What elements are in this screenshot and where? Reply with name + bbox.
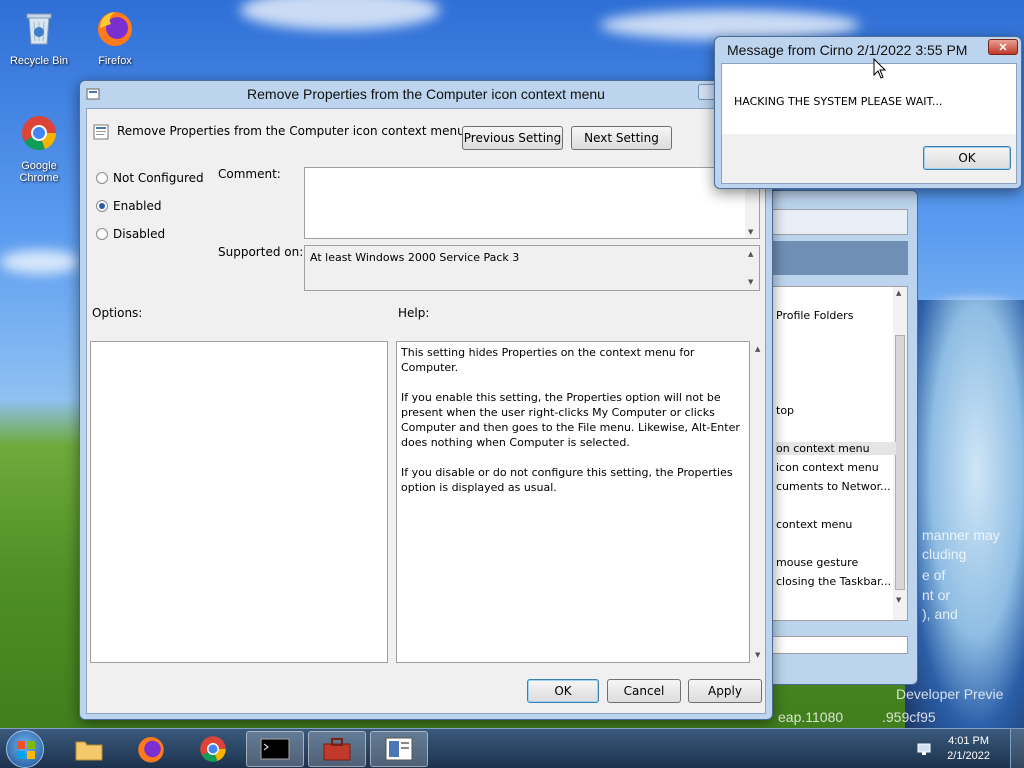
taskbar-command-prompt[interactable] — [246, 731, 304, 767]
overlay-text: nt or — [922, 587, 951, 603]
policy-editor-icon — [385, 737, 413, 761]
list-item[interactable]: Profile Folders — [776, 309, 853, 322]
message-content: HACKING THE SYSTEM PLEASE WAIT... — [722, 64, 1016, 134]
background-statusbar — [771, 636, 908, 654]
radio-circle — [96, 172, 108, 184]
close-icon: ✕ — [998, 41, 1008, 54]
background-header — [771, 241, 908, 275]
list-item[interactable]: mouse gesture — [776, 556, 858, 569]
background-toolbar — [771, 209, 908, 235]
window-client-area: Remove Properties from the Computer icon… — [86, 108, 766, 714]
mouse-cursor-icon — [873, 58, 887, 79]
radio-label: Disabled — [113, 227, 166, 241]
start-button[interactable] — [6, 730, 44, 768]
list-item[interactable]: closing the Taskbar... — [776, 575, 891, 588]
message-titlebar[interactable]: Message from Cirno 2/1/2022 3:55 PM ✕ — [715, 37, 1021, 63]
taskbar-clock[interactable]: 4:01 PM 2/1/2022 — [947, 734, 990, 764]
policy-setting-icon — [93, 124, 109, 140]
radio-label: Not Configured — [113, 171, 204, 185]
toolbox-icon — [323, 738, 351, 761]
list-item[interactable]: on context menu — [776, 442, 896, 455]
desktop-icon-label: Google Chrome — [19, 160, 59, 184]
taskbar-file-explorer[interactable] — [60, 731, 118, 767]
taskbar-group-policy-editor[interactable] — [370, 731, 428, 767]
recycle-bin-icon — [26, 13, 52, 45]
supported-on-field: At least Windows 2000 Service Pack 3 ▲ ▼ — [304, 245, 760, 291]
taskbar-toolbox[interactable] — [308, 731, 366, 767]
comment-textarea[interactable]: ▼ — [304, 167, 760, 239]
options-label: Options: — [92, 306, 143, 320]
radio-disabled[interactable]: Disabled — [96, 227, 165, 241]
message-client: HACKING THE SYSTEM PLEASE WAIT... OK — [721, 63, 1017, 184]
message-ok-button[interactable]: OK — [923, 146, 1011, 170]
list-item[interactable]: context menu — [776, 518, 852, 531]
message-title: Message from Cirno 2/1/2022 3:55 PM — [727, 42, 968, 58]
radio-circle — [96, 228, 108, 240]
firefox-icon — [138, 737, 164, 763]
policy-list: ▲ ▼ Profile Folders top on context menu … — [771, 286, 908, 621]
help-paragraph: If you disable or do not configure this … — [401, 466, 733, 494]
list-item[interactable]: cuments to Networ... — [776, 480, 891, 493]
cloud — [0, 250, 80, 274]
taskbar: 4:01 PM 2/1/2022 — [0, 728, 1024, 768]
options-panel — [90, 341, 388, 663]
command-prompt-icon — [260, 738, 290, 760]
policy-setting-window: Remove Properties from the Computer icon… — [79, 80, 773, 720]
apply-button[interactable]: Apply — [688, 679, 762, 703]
ok-button[interactable]: OK — [527, 679, 599, 703]
list-item[interactable]: icon context menu — [776, 461, 879, 474]
desktop-icon-label: Firefox — [98, 55, 132, 67]
watermark-line: eap.11080 — [778, 709, 844, 725]
help-paragraph: This setting hides Properties on the con… — [401, 346, 695, 374]
window-title: Remove Properties from the Computer icon… — [247, 86, 605, 102]
window-titlebar[interactable]: Remove Properties from the Computer icon… — [80, 81, 772, 107]
wallpaper-character — [905, 300, 1024, 730]
radio-not-configured[interactable]: Not Configured — [96, 171, 204, 185]
clock-date: 2/1/2022 — [947, 750, 990, 762]
supported-scrollbar[interactable]: ▲ ▼ — [745, 246, 759, 290]
firefox-icon — [98, 12, 132, 46]
overlay-text: cluding — [922, 546, 967, 562]
desktop-icon-google-chrome[interactable]: Google Chrome — [4, 113, 74, 184]
message-box: Message from Cirno 2/1/2022 3:55 PM ✕ HA… — [714, 36, 1022, 189]
chrome-icon — [200, 736, 226, 762]
radio-enabled[interactable]: Enabled — [96, 199, 162, 213]
overlay-text: ), and — [922, 606, 958, 622]
folder-icon — [75, 741, 103, 761]
desktop-icon-recycle-bin[interactable]: Recycle Bin — [4, 8, 74, 67]
watermark-line: .959cf95 — [882, 709, 936, 725]
taskbar-firefox[interactable] — [122, 731, 180, 767]
close-button[interactable]: ✕ — [988, 39, 1018, 55]
message-text: HACKING THE SYSTEM PLEASE WAIT... — [734, 95, 943, 108]
help-scrollbar[interactable]: ▲ ▼ — [752, 341, 766, 663]
list-item[interactable]: top — [776, 404, 794, 417]
background-window: ▲ ▼ Profile Folders top on context menu … — [760, 190, 918, 685]
windows-logo-icon — [17, 741, 35, 759]
show-desktop-button[interactable] — [1010, 729, 1024, 768]
cloud — [240, 0, 440, 30]
help-paragraph: If you enable this setting, the Properti… — [401, 391, 740, 449]
overlay-text: e of — [922, 567, 946, 583]
policy-app-icon — [86, 88, 100, 100]
setting-header-title: Remove Properties from the Computer icon… — [117, 124, 465, 138]
next-setting-button[interactable]: Next Setting — [571, 126, 672, 150]
supported-on-label: Supported on: — [218, 245, 304, 259]
network-icon[interactable] — [916, 741, 932, 757]
clock-time: 4:01 PM — [948, 735, 990, 747]
desktop-icon-firefox[interactable]: Firefox — [80, 8, 150, 67]
radio-label: Enabled — [113, 199, 162, 213]
desktop-icon-label: Recycle Bin — [9, 55, 69, 67]
help-label: Help: — [398, 306, 430, 320]
watermark-line: Developer Previe — [896, 686, 1004, 702]
previous-setting-button[interactable]: Previous Setting — [462, 126, 563, 150]
radio-circle — [96, 200, 108, 212]
help-text: This setting hides Properties on the con… — [401, 345, 746, 495]
help-panel: This setting hides Properties on the con… — [396, 341, 750, 663]
supported-on-value: At least Windows 2000 Service Pack 3 — [310, 251, 520, 264]
taskbar-google-chrome[interactable] — [184, 731, 242, 767]
cancel-button[interactable]: Cancel — [607, 679, 681, 703]
chrome-icon — [22, 116, 57, 151]
overlay-text: manner may — [922, 527, 1000, 543]
comment-label: Comment: — [218, 167, 281, 181]
